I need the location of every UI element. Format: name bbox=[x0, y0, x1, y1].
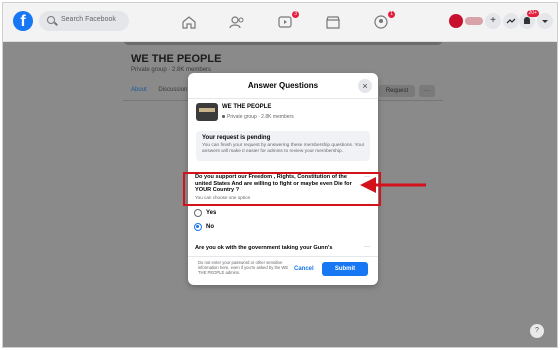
option-yes-label[interactable]: Yes bbox=[206, 210, 216, 216]
search-placeholder: Search Facebook bbox=[61, 16, 116, 23]
divider bbox=[188, 98, 378, 99]
request-button[interactable]: Request bbox=[379, 85, 415, 97]
notifications-bell-icon[interactable]: 20+ bbox=[519, 10, 539, 29]
profile-name[interactable] bbox=[465, 17, 483, 25]
marketplace-icon[interactable] bbox=[325, 15, 341, 29]
help-icon[interactable]: ? bbox=[530, 324, 544, 338]
friends-icon[interactable] bbox=[229, 15, 245, 29]
option-no-label[interactable]: No bbox=[206, 224, 214, 230]
account-chevron-down-icon[interactable] bbox=[537, 13, 553, 29]
divider bbox=[188, 256, 378, 257]
annotation-highlight-box bbox=[183, 172, 381, 206]
more-button[interactable]: ··· bbox=[419, 85, 435, 97]
browser-frame: WE THE PEOPLE Private group · 2.8K membe… bbox=[2, 2, 558, 348]
watch-icon[interactable]: 3 bbox=[277, 11, 299, 29]
groups-icon[interactable]: 1 bbox=[373, 11, 395, 29]
top-navigation-bar: f Search Facebook 3 1 + 20+ bbox=[3, 3, 557, 42]
cancel-button[interactable]: Cancel bbox=[294, 266, 314, 272]
avatar[interactable] bbox=[449, 14, 463, 28]
tab-about[interactable]: About bbox=[131, 87, 147, 93]
groups-badge: 1 bbox=[388, 11, 395, 18]
submit-button[interactable]: Submit bbox=[322, 262, 368, 276]
group-title: WE THE PEOPLE bbox=[131, 53, 222, 65]
close-icon[interactable]: × bbox=[358, 79, 372, 93]
pending-notice: Your request is pending You can finish y… bbox=[196, 131, 370, 161]
group-meta-text: Private group · 2.8K members bbox=[227, 114, 294, 120]
radio-yes[interactable] bbox=[194, 209, 202, 217]
search-input[interactable]: Search Facebook bbox=[39, 11, 129, 31]
lock-icon bbox=[222, 115, 225, 118]
group-meta: Private group · 2.8K members bbox=[222, 114, 294, 120]
group-thumbnail bbox=[196, 103, 218, 121]
tab-discussion[interactable]: Discussion bbox=[158, 87, 187, 93]
privacy-note: Do not enter your password or other sens… bbox=[198, 260, 289, 275]
group-name: WE THE PEOPLE bbox=[222, 104, 272, 110]
facebook-logo-icon[interactable]: f bbox=[13, 11, 33, 31]
messenger-icon[interactable] bbox=[503, 13, 519, 29]
dialog-title: Answer Questions bbox=[247, 81, 319, 90]
search-icon bbox=[47, 16, 55, 24]
pending-title: Your request is pending bbox=[202, 135, 271, 141]
home-icon[interactable] bbox=[181, 15, 197, 29]
question-2-text: Are you ok with the government taking yo… bbox=[195, 245, 333, 251]
radio-no[interactable] bbox=[194, 223, 202, 231]
question-2-more-icon[interactable]: ··· bbox=[364, 244, 370, 250]
annotation-arrow-icon bbox=[360, 177, 426, 193]
pending-description: You can finish your request by answering… bbox=[202, 143, 365, 154]
create-plus-icon[interactable]: + bbox=[485, 13, 501, 29]
watch-badge: 3 bbox=[292, 11, 299, 18]
